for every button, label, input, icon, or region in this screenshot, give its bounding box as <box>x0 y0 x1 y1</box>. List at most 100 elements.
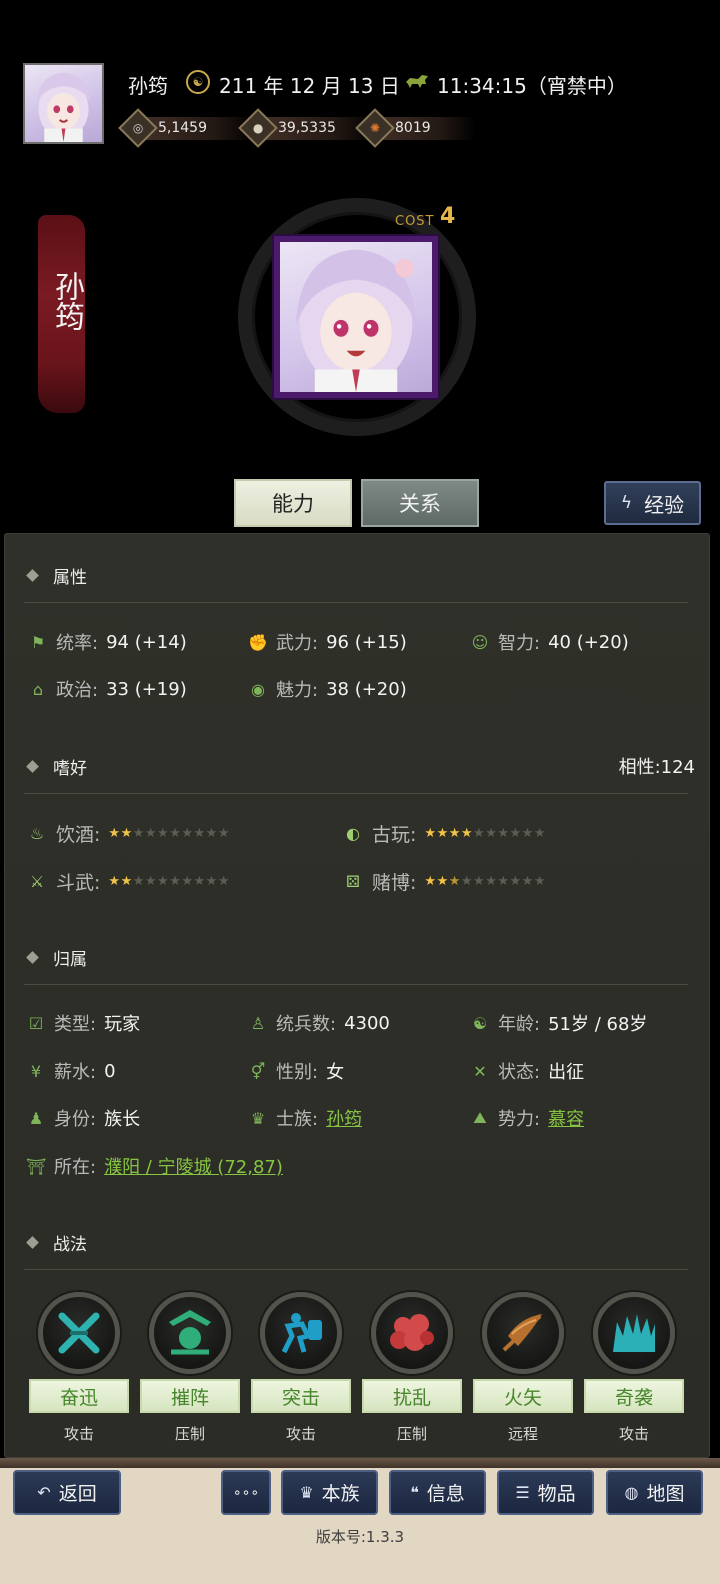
star-icon: ★ <box>217 874 230 889</box>
game-time: 11:34:15（宵禁中） <box>437 74 627 98</box>
tactic-name: 火矢 <box>473 1379 573 1413</box>
location-link[interactable]: 濮阳 / 宁陵城 (72,87) <box>104 1153 283 1179</box>
tactic-cuizhen[interactable]: 摧阵 压制 <box>140 1292 240 1443</box>
character-name-banner: 孙筠 <box>38 215 85 413</box>
info-identity: ♟ 身份: 族长 <box>26 1105 140 1131</box>
star-icon: ★ <box>132 874 145 889</box>
affinity-value: 相性:124 <box>618 757 695 778</box>
resource-coin: ◎ 5,1459 <box>118 107 256 148</box>
star-icon: ★ <box>205 874 218 889</box>
ambush-flames-icon <box>593 1292 675 1374</box>
attr-charm: ◉ 魅力: 38 (+20) <box>248 676 407 702</box>
player-avatar[interactable] <box>23 63 104 144</box>
crossed-swords-icon: ⚔ <box>29 872 45 891</box>
star-icon: ★ <box>120 874 133 889</box>
star-icon: ★ <box>424 826 437 841</box>
mountain-flag-icon: ⛰ <box>473 1108 487 1127</box>
attr-command: ⚑ 统率: 94 (+14) <box>28 629 187 655</box>
map-button[interactable]: ◍ 地图 <box>606 1470 703 1515</box>
fist-icon: ✊ <box>248 632 268 652</box>
more-button[interactable]: ∘∘∘ <box>221 1470 271 1515</box>
cost-value: 4 <box>440 204 456 229</box>
character-portrait[interactable] <box>274 236 438 398</box>
tactic-huoshi[interactable]: 火矢 远程 <box>473 1292 573 1443</box>
tactic-tuji[interactable]: 突击 攻击 <box>251 1292 351 1443</box>
star-icon: ★ <box>485 826 498 841</box>
clan-icon: ♛ <box>250 1108 266 1128</box>
resource-grain: ● 39,5335 <box>238 107 376 148</box>
info-location[interactable]: ⛩ 所在: 濮阳 / 宁陵城 (72,87) <box>26 1153 283 1179</box>
formation-break-icon <box>149 1292 231 1374</box>
experience-button[interactable]: ϟ 经验 <box>604 481 701 525</box>
anime-girl-portrait <box>36 72 91 142</box>
info-faction[interactable]: ⛰ 势力: 慕容 <box>470 1105 584 1131</box>
star-icon: ★ <box>157 826 170 841</box>
info-age: ☯ 年龄: 51岁 / 68岁 <box>470 1010 648 1036</box>
star-rating: ★ ★ ★ ★ ★ ★ ★ ★ ★ ★ <box>108 874 230 889</box>
info-type: ☑ 类型: 玩家 <box>26 1010 140 1036</box>
star-icon: ★ <box>132 826 145 841</box>
info-status: ✕ 状态: 出征 <box>470 1058 584 1084</box>
star-icon: ★ <box>485 874 498 889</box>
info-gender: ⚥ 性别: 女 <box>248 1058 344 1084</box>
tactic-fenxun[interactable]: 奋迅 攻击 <box>29 1292 129 1443</box>
tactic-name: 扰乱 <box>362 1379 462 1413</box>
wine-jar-icon: ♨ <box>29 824 45 843</box>
star-icon: ★ <box>448 826 461 841</box>
star-icon: ★ <box>533 874 546 889</box>
tactic-type: 压制 <box>396 1425 427 1443</box>
resource-token: ✺ 8019 <box>355 107 475 148</box>
star-icon: ★ <box>144 874 158 889</box>
star-icon: ★ <box>533 826 546 841</box>
tactic-type: 远程 <box>507 1425 538 1443</box>
star-icon: ★ <box>217 826 230 841</box>
tactic-qixi[interactable]: 奇袭 攻击 <box>584 1292 684 1443</box>
tactic-raoluan[interactable]: 扰乱 压制 <box>362 1292 462 1443</box>
dice-icon: ⚄ <box>346 872 360 891</box>
age-icon: ☯ <box>472 1013 488 1033</box>
clan-icon: ♛ <box>299 1483 314 1502</box>
hobby-antiques: ◐ 古玩: ★ ★ ★ ★ ★ ★ ★ ★ ★ ★ <box>342 820 546 847</box>
star-icon: ★ <box>169 826 182 841</box>
faction-link[interactable]: 慕容 <box>548 1105 584 1131</box>
tab-relation[interactable]: 关系 <box>361 479 479 527</box>
star-icon: ★ <box>181 826 194 841</box>
clan-button[interactable]: ♛ 本族 <box>281 1470 378 1515</box>
star-icon: ★ <box>436 826 449 841</box>
section-attributes: 属性 <box>26 563 87 588</box>
scroll-icon: ⌂ <box>32 679 44 699</box>
tactic-name: 突击 <box>251 1379 351 1413</box>
back-button[interactable]: ↶ 返回 <box>13 1470 121 1515</box>
info-clan[interactable]: ♛ 士族: 孙筠 <box>248 1105 362 1131</box>
tactic-type: 攻击 <box>63 1425 94 1443</box>
items-button[interactable]: ☰ 物品 <box>497 1470 594 1515</box>
section-hobbies: 嗜好 <box>26 754 87 779</box>
fire-arrow-icon <box>482 1292 564 1374</box>
flag-icon: ⚑ <box>30 632 46 652</box>
calendar-check-icon: ☑ <box>28 1013 44 1033</box>
back-arrow-icon: ↶ <box>37 1483 51 1502</box>
star-icon: ★ <box>193 826 206 841</box>
star-icon: ★ <box>157 874 170 889</box>
star-icon: ★ <box>521 874 534 889</box>
tactic-name: 摧阵 <box>140 1379 240 1413</box>
section-belonging: 归属 <box>26 945 87 970</box>
gender-icon: ⚥ <box>250 1061 266 1081</box>
game-date: 211 年 12 月 13 日 <box>219 74 400 98</box>
coin-icon: ◎ <box>118 107 158 148</box>
star-icon: ★ <box>108 874 121 889</box>
info-button[interactable]: ❝ 信息 <box>389 1470 486 1515</box>
star-icon: ★ <box>181 874 194 889</box>
star-icon: ★ <box>424 874 437 889</box>
star-icon: ★ <box>448 874 461 889</box>
star-icon: ★ <box>108 826 121 841</box>
tab-ability[interactable]: 能力 <box>234 479 352 527</box>
eye-icon: ◉ <box>251 679 265 699</box>
hobby-drinking: ♨ 饮酒: ★ ★ ★ ★ ★ ★ ★ ★ ★ ★ <box>26 820 230 847</box>
section-tactics: 战法 <box>26 1230 87 1255</box>
anime-girl-portrait <box>296 249 416 392</box>
star-icon: ★ <box>497 874 510 889</box>
star-rating: ★ ★ ★ ★ ★ ★ ★ ★ ★ ★ <box>424 874 546 889</box>
token-icon: ✺ <box>355 107 395 148</box>
clan-link[interactable]: 孙筠 <box>326 1105 362 1131</box>
